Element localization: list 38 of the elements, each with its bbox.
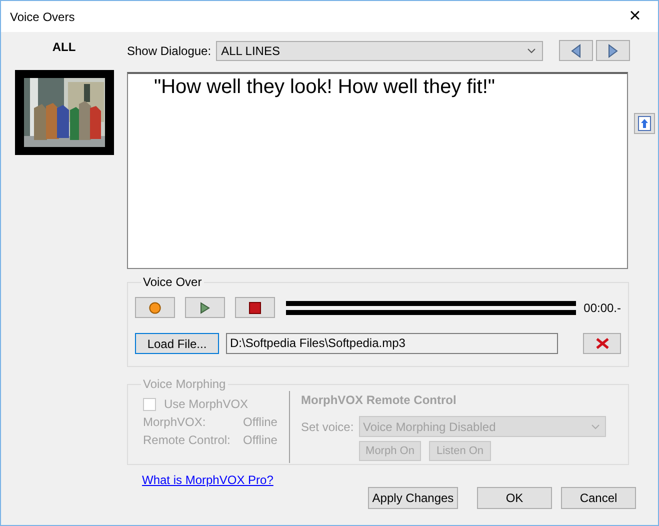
previous-button[interactable] bbox=[559, 40, 593, 61]
status-label: Remote Control: bbox=[143, 433, 232, 447]
stop-icon bbox=[249, 302, 261, 314]
play-button[interactable] bbox=[185, 297, 225, 318]
play-icon bbox=[200, 302, 210, 314]
record-button[interactable] bbox=[135, 297, 175, 318]
clear-button[interactable] bbox=[583, 333, 621, 354]
chevron-icon bbox=[591, 424, 600, 430]
remote-control-heading: MorphVOX Remote Control bbox=[301, 393, 458, 407]
set-voice-label: Set voice: bbox=[301, 420, 355, 434]
stop-button[interactable] bbox=[235, 297, 275, 318]
group-title: Voice Morphing bbox=[142, 377, 227, 391]
checkbox-label: Use MorphVOX bbox=[164, 397, 248, 411]
up-button[interactable] bbox=[634, 113, 655, 134]
right-triangle-icon bbox=[608, 44, 618, 58]
morphvox-link[interactable]: What is MorphVOX Pro? bbox=[142, 473, 274, 487]
window-title: Voice Overs bbox=[10, 10, 75, 24]
left-triangle-icon bbox=[571, 44, 581, 58]
up-arrow-icon bbox=[638, 116, 651, 131]
file-path-field[interactable]: D:\Softpedia Files\Softpedia.mp3 bbox=[226, 333, 558, 354]
dialog-button[interactable]: OK bbox=[477, 487, 552, 509]
show-dialogue-label: Show Dialogue: bbox=[127, 44, 212, 58]
x-icon bbox=[596, 338, 608, 349]
dialogue-text: "How well they look! How well they fit!" bbox=[127, 72, 628, 269]
status-value: Offline bbox=[243, 433, 278, 447]
dialogue-dropdown[interactable]: ALL LINES bbox=[216, 40, 543, 60]
speaker-label: ALL bbox=[52, 40, 76, 54]
next-button[interactable] bbox=[596, 40, 630, 61]
dialog-button[interactable]: Cancel bbox=[561, 487, 636, 509]
group-title: Voice Over bbox=[142, 275, 203, 289]
status-label: MorphVOX: bbox=[143, 415, 207, 429]
load-file-button[interactable]: Load File... bbox=[135, 333, 219, 354]
status-value: Offline bbox=[243, 415, 278, 429]
chevron-icon bbox=[527, 48, 536, 54]
record-icon bbox=[149, 302, 161, 314]
dialog-button[interactable]: Apply Changes bbox=[368, 487, 458, 509]
time-readout: 00:00.- bbox=[584, 300, 621, 314]
close-button[interactable]: × bbox=[612, 5, 658, 28]
